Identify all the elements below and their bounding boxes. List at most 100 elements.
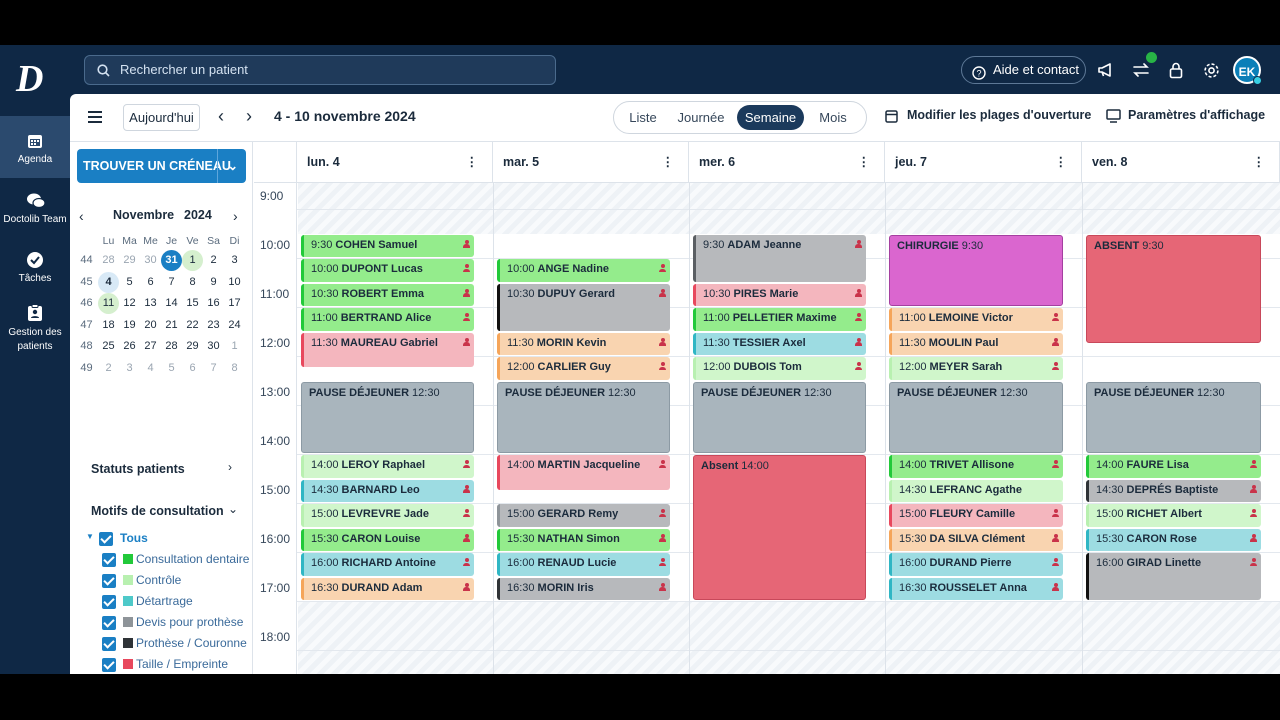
mini-calendar-day[interactable]: 29 bbox=[119, 250, 140, 271]
appointment-card[interactable]: 10:30 PIRES Marie bbox=[693, 283, 866, 306]
appointment-card[interactable]: 11:30 MORIN Kevin bbox=[497, 332, 670, 355]
day-options-kebab-icon[interactable]: ⋮ bbox=[858, 142, 871, 183]
appointment-card[interactable]: 14:00 TRIVET Allisone bbox=[889, 455, 1063, 478]
day-options-kebab-icon[interactable]: ⋮ bbox=[1253, 142, 1266, 183]
lock-icon[interactable] bbox=[1166, 60, 1186, 80]
mini-calendar-day[interactable]: 1 bbox=[224, 336, 245, 357]
appointment-card[interactable]: 14:00 LEROY Raphael bbox=[301, 455, 474, 478]
appointment-card[interactable]: 11:30 TESSIER Axel bbox=[693, 332, 866, 355]
appointment-card[interactable]: 15:00 FLEURY Camille bbox=[889, 504, 1063, 527]
mini-calendar-day[interactable]: 8 bbox=[182, 272, 203, 293]
modify-opening-hours-button[interactable]: Modifier les plages d'ouverture bbox=[885, 108, 1091, 123]
motif-checkbox[interactable] bbox=[102, 574, 116, 588]
view-journee-tab[interactable]: Journée bbox=[672, 105, 730, 130]
motif-checkbox[interactable] bbox=[102, 553, 116, 567]
sync-arrows-icon[interactable] bbox=[1131, 60, 1151, 80]
patient-search-input[interactable]: Rechercher un patient bbox=[84, 55, 556, 85]
mini-calendar-day[interactable]: 12 bbox=[119, 293, 140, 314]
appointment-card[interactable]: 10:00 ANGE Nadine bbox=[497, 259, 670, 282]
appointment-card[interactable]: 14:30 DEPRÉS Baptiste bbox=[1086, 479, 1261, 502]
mini-calendar-day[interactable]: 23 bbox=[203, 315, 224, 336]
appointment-card[interactable]: 11:30 MAUREAU Gabriel bbox=[301, 332, 474, 368]
mini-calendar-day[interactable]: 24 bbox=[224, 315, 245, 336]
mini-calendar-day[interactable]: 5 bbox=[119, 272, 140, 293]
motif-item[interactable]: Contrôle bbox=[102, 572, 253, 592]
appointment-card[interactable]: 15:30 CARON Rose bbox=[1086, 528, 1261, 551]
motif-checkbox[interactable] bbox=[102, 616, 116, 630]
nav-item-doctolib-team[interactable]: Doctolib Team bbox=[0, 192, 70, 232]
day-column-header[interactable]: mer. 6 ⋮ bbox=[689, 142, 885, 183]
appointment-card[interactable]: 16:30 ROUSSELET Anna bbox=[889, 577, 1063, 600]
chevron-right-icon[interactable]: › bbox=[228, 460, 232, 474]
appointment-card[interactable]: 15:30 NATHAN Simon bbox=[497, 528, 670, 551]
mini-calendar-day[interactable]: 28 bbox=[98, 250, 119, 271]
motif-item[interactable]: Détartrage bbox=[102, 593, 253, 613]
mini-calendar-day[interactable]: 13 bbox=[140, 293, 161, 314]
next-week-arrow-icon[interactable]: › bbox=[241, 107, 257, 127]
mini-calendar-day[interactable]: 28 bbox=[161, 336, 182, 357]
mini-calendar-day[interactable]: 20 bbox=[140, 315, 161, 336]
mini-calendar-day[interactable]: 5 bbox=[161, 358, 182, 379]
chevron-down-icon[interactable]: ⌄ bbox=[228, 502, 238, 516]
appointment-card[interactable]: 12:00 CARLIER Guy bbox=[497, 357, 670, 380]
mini-calendar-day[interactable]: 14 bbox=[161, 293, 182, 314]
appointment-card[interactable]: 16:00 GIRAD Linette bbox=[1086, 553, 1261, 600]
mini-calendar-day[interactable]: 18 bbox=[98, 315, 119, 336]
appointment-card[interactable]: 11:00 PELLETIER Maxime bbox=[693, 308, 866, 331]
nav-item-agenda[interactable]: Agenda bbox=[0, 116, 70, 178]
mini-calendar-day[interactable]: 17 bbox=[224, 293, 245, 314]
appointment-card[interactable]: 9:30 ADAM Jeanne bbox=[693, 234, 866, 282]
motif-checkbox[interactable] bbox=[102, 658, 116, 672]
lunch-break-block[interactable]: PAUSE DÉJEUNER 12:30 bbox=[889, 381, 1063, 453]
mini-calendar-day[interactable]: 30 bbox=[203, 336, 224, 357]
help-contact-button[interactable]: ? Aide et contact bbox=[961, 56, 1086, 84]
mini-calendar-day[interactable]: 27 bbox=[140, 336, 161, 357]
mini-calendar-day[interactable]: 11 bbox=[98, 293, 119, 314]
mini-calendar-day[interactable]: 3 bbox=[119, 358, 140, 379]
mini-calendar-day[interactable]: 19 bbox=[119, 315, 140, 336]
lunch-break-block[interactable]: PAUSE DÉJEUNER 12:30 bbox=[497, 381, 670, 453]
motif-all-item[interactable]: ▼ Tous bbox=[86, 530, 237, 550]
mini-calendar-day[interactable]: 6 bbox=[182, 358, 203, 379]
appointment-card[interactable]: 15:30 DA SILVA Clément bbox=[889, 528, 1063, 551]
appointment-card[interactable]: 15:30 CARON Louise bbox=[301, 528, 474, 551]
appointment-card[interactable]: 14:30 LEFRANC Agathe bbox=[889, 479, 1063, 502]
settings-gear-icon[interactable] bbox=[1201, 60, 1221, 80]
mini-calendar-day[interactable]: 15 bbox=[182, 293, 203, 314]
mini-calendar-day[interactable]: 26 bbox=[119, 336, 140, 357]
nav-item-taches[interactable]: Tâches bbox=[0, 251, 70, 291]
appointment-card[interactable]: 16:00 RICHARD Antoine bbox=[301, 553, 474, 576]
appointment-card[interactable]: 11:00 BERTRAND Alice bbox=[301, 308, 474, 331]
display-settings-button[interactable]: Paramètres d'affichage bbox=[1106, 108, 1265, 123]
appointment-card[interactable]: 16:00 DURAND Pierre bbox=[889, 553, 1063, 576]
view-mois-tab[interactable]: Mois bbox=[810, 105, 856, 130]
appointment-card[interactable]: 16:30 MORIN Iris bbox=[497, 577, 670, 600]
today-button[interactable]: Aujourd'hui bbox=[123, 104, 200, 131]
motif-checkbox[interactable] bbox=[102, 637, 116, 651]
appointment-card[interactable]: 14:00 FAURE Lisa bbox=[1086, 455, 1261, 478]
caret-down-icon[interactable]: ▼ bbox=[86, 532, 94, 541]
mini-calendar-day[interactable]: 6 bbox=[140, 272, 161, 293]
chevron-down-icon[interactable]: ⌄ bbox=[228, 149, 238, 183]
mini-calendar-day[interactable]: 16 bbox=[203, 293, 224, 314]
mini-calendar-day[interactable]: 7 bbox=[203, 358, 224, 379]
prev-month-arrow-icon[interactable]: ‹ bbox=[79, 208, 84, 224]
mini-calendar-day[interactable]: 22 bbox=[182, 315, 203, 336]
day-column-header[interactable]: lun. 4 ⋮ bbox=[297, 142, 493, 183]
appointment-card[interactable]: 15:00 GERARD Remy bbox=[497, 504, 670, 527]
motif-item[interactable]: Consultation dentaire bbox=[102, 551, 253, 571]
checkbox-all[interactable] bbox=[99, 532, 113, 546]
lunch-break-block[interactable]: PAUSE DÉJEUNER 12:30 bbox=[693, 381, 866, 453]
day-options-kebab-icon[interactable]: ⋮ bbox=[1055, 142, 1068, 183]
view-liste-tab[interactable]: Liste bbox=[618, 105, 668, 130]
megaphone-icon[interactable] bbox=[1096, 60, 1116, 80]
appointment-card[interactable]: 9:30 COHEN Samuel bbox=[301, 234, 474, 257]
mini-calendar-day[interactable]: 21 bbox=[161, 315, 182, 336]
doctolib-logo[interactable]: D bbox=[16, 60, 52, 98]
mini-calendar-day[interactable]: 8 bbox=[224, 358, 245, 379]
mini-calendar-day[interactable]: 29 bbox=[182, 336, 203, 357]
appointment-card[interactable]: 11:30 MOULIN Paul bbox=[889, 332, 1063, 355]
mini-calendar-day[interactable]: 4 bbox=[140, 358, 161, 379]
appointment-card[interactable]: 15:00 RICHET Albert bbox=[1086, 504, 1261, 527]
motif-item[interactable]: Taille / Empreinte bbox=[102, 656, 253, 674]
